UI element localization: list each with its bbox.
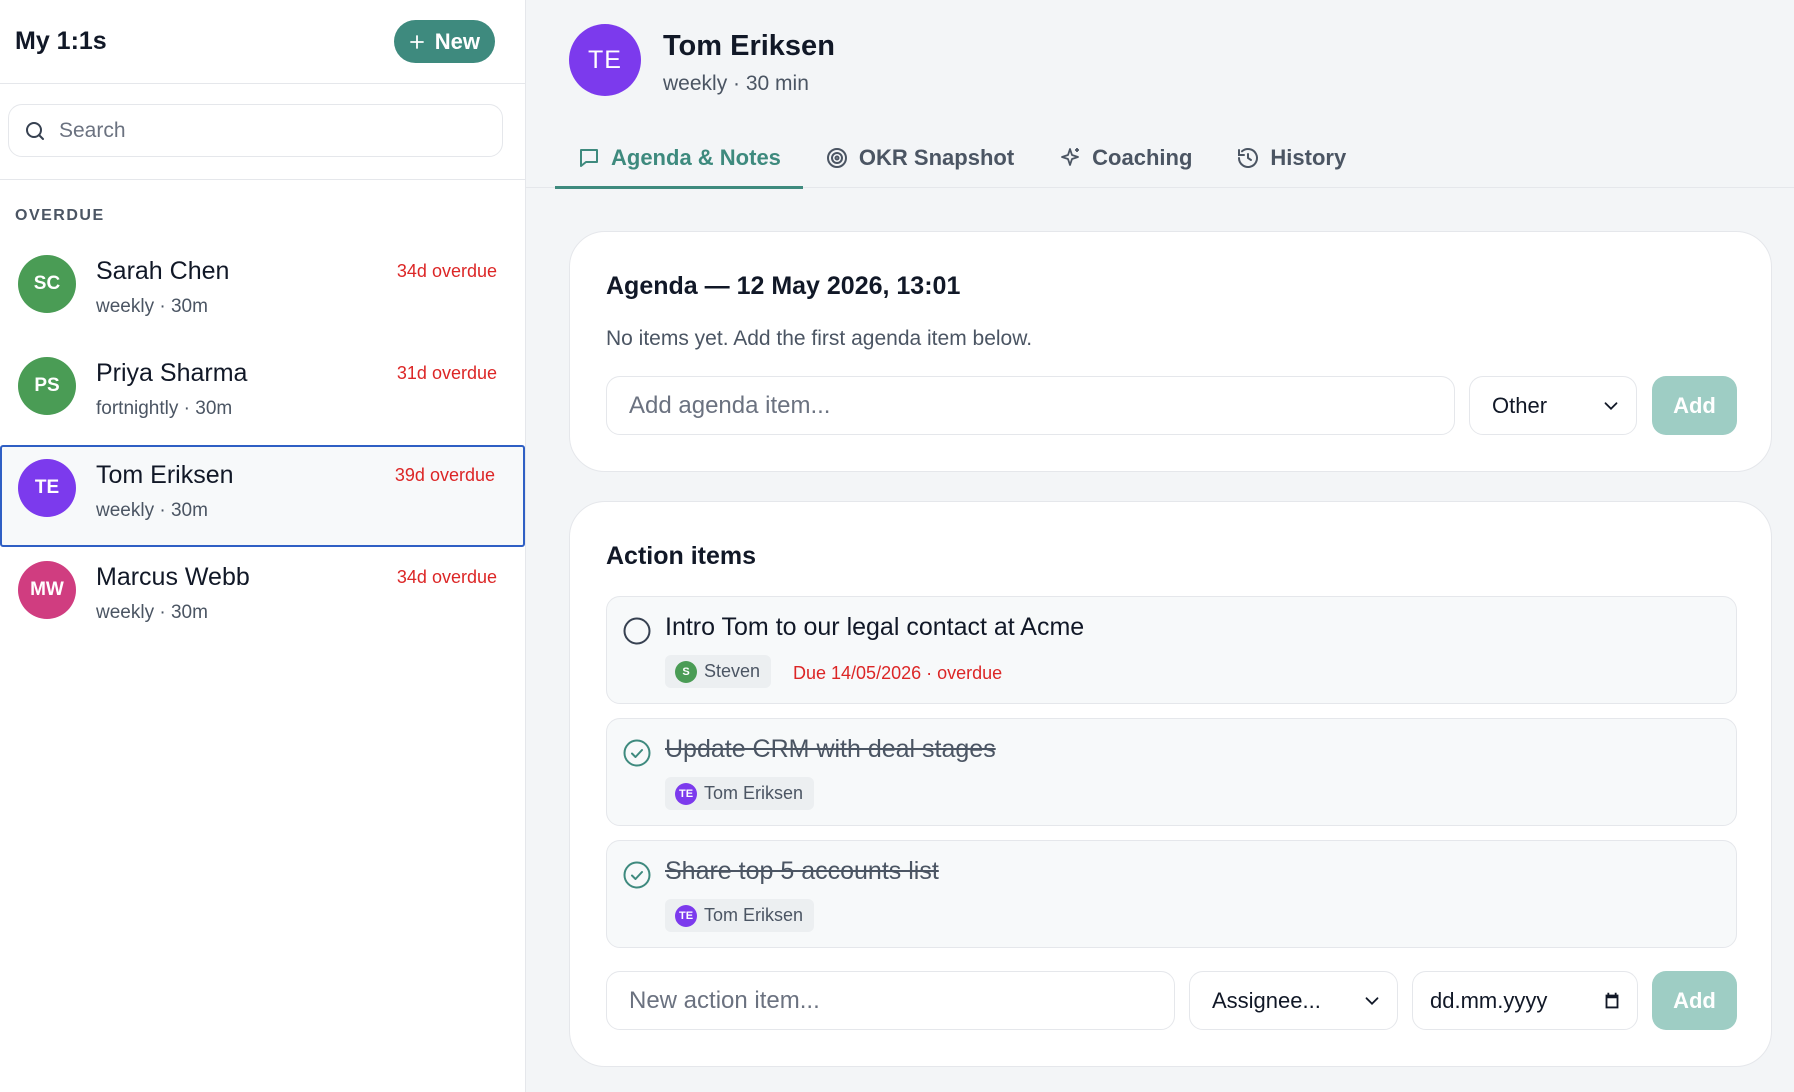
agenda-card: Agenda — 12 May 2026, 13:01 No items yet… [569,231,1772,472]
person-item-marcus-webb[interactable]: MW Marcus Webb weekly · 30m 34d overdue [0,547,525,649]
assignee-chip: TE Tom Eriksen [665,899,815,932]
due-date-input[interactable]: dd.mm.yyyy [1412,971,1638,1030]
person-name: Tom Eriksen [96,461,234,489]
avatar: S [675,660,697,683]
agenda-empty-text: No items yet. Add the first agenda item … [606,327,1033,350]
page-title: Tom Eriksen [663,30,835,62]
sidebar-title: My 1:1s [15,27,107,55]
add-action-button[interactable]: Add [1652,971,1737,1030]
main-panel: TE Tom Eriksen weekly · 30 min Agenda & … [526,0,1794,1092]
action-items-title: Action items [606,542,757,570]
tab-history[interactable]: History [1214,128,1368,188]
search-icon [26,121,44,140]
assignee-name: Steven [704,661,761,681]
action-item-text: Update CRM with deal stages [665,735,996,763]
avatar: TE [18,459,76,517]
sidebar: My 1:1s New OVERDUE SC Sarah Chen weekly… [0,0,526,1092]
agenda-input-field[interactable] [606,376,1455,435]
person-name: Marcus Webb [96,563,250,591]
calendar-icon [1605,992,1619,1008]
tab-agenda-notes[interactable]: Agenda & Notes [555,128,803,189]
tab-label: Agenda & Notes [611,145,781,170]
due-date-overdue: Due 14/05/2026 · overdue [793,663,1003,683]
new-action-field[interactable] [606,971,1175,1030]
search-box[interactable] [8,104,503,157]
sparkles-icon [1061,148,1080,166]
select-value: Assignee... [1212,987,1321,1013]
new-one-on-one-button[interactable]: New [393,20,495,63]
date-placeholder: dd.mm.yyyy [1430,987,1548,1013]
section-label-overdue: OVERDUE [15,207,105,224]
person-cadence: fortnightly · 30m [96,398,233,419]
tab-okr-snapshot[interactable]: OKR Snapshot [803,128,1036,188]
main-header: TE Tom Eriksen weekly · 30 min Agenda & … [526,0,1794,189]
assignee-name: Tom Eriksen [704,905,804,925]
new-button-label: New [434,28,480,54]
plus-icon [409,34,424,49]
tab-label: OKR Snapshot [858,145,1015,170]
person-item-tom-eriksen[interactable]: TE Tom Eriksen weekly · 30m 39d overdue [0,445,525,547]
check-circle-icon[interactable] [622,860,652,890]
tab-coaching[interactable]: Coaching [1036,128,1214,188]
assignee-select[interactable]: Assignee... [1189,971,1398,1030]
action-item: Share top 5 accounts list TE Tom Eriksen [606,840,1737,948]
page-subtitle: weekly · 30 min [663,72,809,95]
avatar: PS [18,357,76,415]
assignee-chip: TE Tom Eriksen [665,777,815,810]
avatar: SC [18,255,76,313]
person-cadence: weekly · 30m [96,602,208,623]
person-name: Sarah Chen [96,257,230,285]
person-item-priya-sharma[interactable]: PS Priya Sharma fortnightly · 30m 31d ov… [0,343,525,445]
search-container [0,84,525,180]
person-cadence: weekly · 30m [96,500,208,521]
avatar: TE [675,782,697,805]
chevron-down-icon [1365,996,1379,1005]
tab-label: History [1270,145,1347,170]
assignee-chip: S Steven [665,655,772,688]
overdue-badge: 31d overdue [396,363,497,383]
chevron-down-icon [1604,401,1618,410]
target-icon [826,148,847,168]
new-action-input[interactable] [629,986,1174,1015]
circle-checkbox-icon[interactable] [622,616,652,646]
action-item: Intro Tom to our legal contact at Acme S… [606,596,1737,704]
assignee-name: Tom Eriksen [704,783,804,803]
action-item-text: Share top 5 accounts list [665,857,939,885]
history-icon [1238,148,1259,168]
message-square-icon [580,149,598,167]
select-value: Other [1492,392,1548,418]
person-cadence: weekly · 30m [96,296,208,317]
overdue-badge: 39d overdue [394,465,495,485]
person-name: Priya Sharma [96,359,248,387]
agenda-title: Agenda — 12 May 2026, 13:01 [606,272,961,300]
agenda-category-select[interactable]: Other [1469,376,1637,435]
tab-label: Coaching [1092,145,1193,170]
search-input[interactable] [59,118,459,143]
action-item-text: Intro Tom to our legal contact at Acme [665,613,1085,641]
add-agenda-button[interactable]: Add [1652,376,1737,435]
avatar: MW [18,561,76,619]
sidebar-header: My 1:1s New [0,0,525,84]
tab-bar: Agenda & Notes OKR Snapshot Coaching His… [555,128,1368,189]
avatar: TE [675,904,697,927]
action-item: Update CRM with deal stages TE Tom Eriks… [606,718,1737,826]
check-circle-icon[interactable] [622,738,652,768]
overdue-badge: 34d overdue [396,567,497,587]
overdue-badge: 34d overdue [396,261,497,281]
agenda-item-input[interactable] [629,391,1454,420]
avatar: TE [569,24,641,96]
person-item-sarah-chen[interactable]: SC Sarah Chen weekly · 30m 34d overdue [0,241,525,343]
action-items-card: Action items Intro Tom to our legal cont… [569,501,1772,1067]
